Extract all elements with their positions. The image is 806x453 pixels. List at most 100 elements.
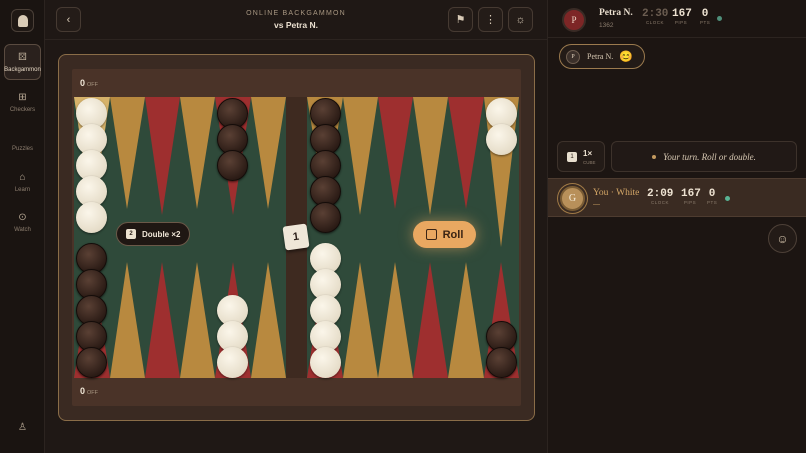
left-rail: ⚄ Backgammon ⊞ Checkers Puzzles ⌂ Learn …	[0, 0, 45, 453]
bottom-off-count: 0	[80, 386, 86, 396]
off-label: OFF	[87, 82, 99, 88]
pips-value: 167	[672, 8, 692, 20]
point[interactable]	[145, 97, 180, 215]
double-label: Double ×2	[142, 229, 181, 239]
opponent-name: Petra N.	[599, 8, 633, 18]
white-checker[interactable]	[486, 124, 517, 155]
player-pips: 167 PIPS	[681, 188, 701, 205]
point[interactable]	[378, 262, 413, 378]
cube-value: 1×	[583, 149, 593, 158]
graduation-cap-icon: ⌂	[19, 172, 26, 183]
opponent-clock: 2:30 CLOCK	[642, 8, 668, 25]
point[interactable]	[110, 97, 145, 209]
point[interactable]	[343, 262, 378, 378]
white-checker[interactable]	[217, 347, 248, 378]
top-bar: ‹ ONLINE BACKGAMMON vs Petra N. ⚑ ⋮ ☼	[45, 0, 547, 40]
player-name: You · White	[593, 188, 640, 198]
opponent-pips: 167 PIPS	[672, 8, 692, 25]
black-checker[interactable]	[217, 150, 248, 181]
flag-icon: ⚑	[455, 14, 466, 26]
nav-item-puzzles[interactable]: Puzzles	[0, 146, 45, 152]
point[interactable]	[251, 262, 286, 378]
opponent-row: P Petra N. 1362 2:30 CLOCK 167 PIPS 0 PT…	[548, 0, 806, 38]
more-vertical-icon: ⋮	[485, 14, 496, 26]
pips-value: 167	[681, 188, 701, 200]
chip-name: Petra N.	[587, 52, 614, 61]
clock-label: CLOCK	[645, 20, 664, 25]
dice-icon	[425, 229, 437, 240]
bottom-off-tray: 0 OFF	[80, 386, 98, 396]
player-avatar: G	[560, 186, 585, 211]
cube-label: CUBE	[583, 160, 596, 165]
resign-button[interactable]: ⚑	[448, 7, 473, 32]
point[interactable]	[251, 97, 286, 209]
point[interactable]	[180, 97, 215, 209]
user-icon: ♙	[18, 422, 27, 433]
point[interactable]	[448, 262, 484, 378]
cube-status: 1 1× CUBE	[557, 141, 605, 172]
point[interactable]	[413, 262, 448, 378]
point[interactable]	[110, 262, 145, 378]
point[interactable]	[180, 262, 215, 378]
nav-label: Puzzles	[11, 146, 33, 152]
pips-label: PIPS	[683, 200, 697, 205]
turn-message-text: Your turn. Roll or double.	[663, 151, 756, 162]
clock-label: CLOCK	[650, 200, 669, 205]
nav-label: Watch	[14, 227, 31, 233]
theme-button[interactable]: ☼	[508, 7, 533, 32]
point[interactable]	[378, 97, 413, 209]
pts-label: PTS	[707, 200, 718, 205]
app-root: ⚄ Backgammon ⊞ Checkers Puzzles ⌂ Learn …	[0, 0, 806, 453]
roll-button[interactable]: Roll	[413, 221, 476, 248]
pts-value: 0	[701, 8, 709, 20]
chip-avatar: P	[566, 49, 580, 64]
double-button[interactable]: 2 Double ×2	[116, 222, 190, 246]
player-clock: 2:09 CLOCK	[647, 188, 673, 205]
doubling-cube: 1	[282, 223, 310, 251]
nav-label: Checkers	[9, 107, 36, 113]
opponent-avatar: P	[562, 8, 586, 32]
point[interactable]	[343, 97, 378, 215]
online-indicator	[725, 196, 730, 201]
roll-label: Roll	[442, 228, 464, 241]
nav-item-checkers[interactable]: ⊞ Checkers	[0, 92, 45, 113]
black-checker[interactable]	[76, 347, 107, 378]
nav-item-watch[interactable]: ⊙ Watch	[0, 212, 45, 233]
point[interactable]	[145, 262, 180, 378]
top-off-tray: 0 OFF	[80, 78, 98, 88]
player-pts: 0 PTS	[707, 188, 717, 205]
smiley-plus-icon: ☺	[776, 231, 789, 246]
white-checker[interactable]	[310, 347, 341, 378]
nav-item-learn[interactable]: ⌂ Learn	[0, 172, 45, 193]
add-emoji-button[interactable]: ☺	[768, 224, 797, 253]
player-sub: —	[593, 201, 600, 208]
logo-icon[interactable]	[11, 9, 34, 32]
nav-label: Backgammon	[4, 66, 41, 73]
online-indicator	[717, 16, 722, 21]
die-icon: ⚄	[18, 51, 27, 63]
pts-label: PTS	[700, 20, 711, 25]
point[interactable]	[413, 97, 448, 215]
more-button[interactable]: ⋮	[478, 7, 503, 32]
nav-item-backgammon[interactable]: ⚄ Backgammon	[4, 44, 41, 80]
black-checker[interactable]	[486, 347, 517, 378]
opponent-rating: 1362	[599, 22, 614, 29]
pips-label: PIPS	[674, 20, 688, 25]
player-row: G You · White — 2:09 CLOCK 167 PIPS 0 PT…	[548, 178, 806, 217]
turn-message: Your turn. Roll or double.	[611, 141, 797, 172]
emoji-icon: 😊	[619, 51, 633, 63]
off-label: OFF	[87, 390, 99, 396]
bullet-icon	[652, 154, 657, 159]
opponent-chat-chip[interactable]: P Petra N. 😊	[559, 44, 645, 69]
grid-icon: ⊞	[18, 92, 27, 103]
nav-label: Learn	[14, 187, 31, 193]
cube-die-icon: 1	[567, 152, 577, 162]
black-checker[interactable]	[310, 202, 341, 233]
point[interactable]	[448, 97, 484, 209]
white-checker[interactable]	[76, 202, 107, 233]
profile-button[interactable]: ♙	[0, 422, 45, 437]
clock-value: 2:09	[647, 188, 674, 200]
opponent-pts: 0 PTS	[700, 8, 710, 25]
clock-value: 2:30	[642, 8, 669, 20]
pts-value: 0	[708, 188, 716, 200]
